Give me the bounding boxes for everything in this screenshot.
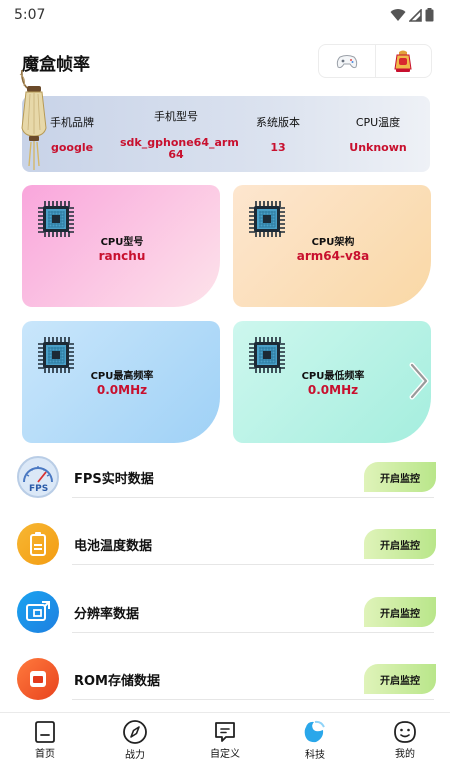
storage-icon <box>17 658 59 700</box>
device-model-label: 手机型号 <box>154 110 198 123</box>
nav-home-label: 首页 <box>35 749 55 760</box>
tech-icon <box>302 719 328 745</box>
next-page-arrow[interactable] <box>404 360 434 402</box>
cpu-max-freq-card: CPU最高频率 0.0MHz <box>22 321 220 443</box>
divider <box>72 699 434 700</box>
cpu-arch-value: arm64-v8a <box>296 249 370 263</box>
device-os-version-value: 13 <box>270 141 286 154</box>
nav-power[interactable]: 战力 <box>90 713 180 760</box>
resolution-start-monitor-button[interactable]: 开启监控 <box>364 597 436 627</box>
divider <box>72 564 434 565</box>
status-time: 5:07 <box>14 7 46 23</box>
cpu-min-freq-card: CPU最低频率 0.0MHz <box>233 321 431 443</box>
cpu-model-value: ranchu <box>98 249 146 263</box>
cpu-min-freq-label: CPU最低频率 <box>301 371 365 382</box>
cpu-model-text: CPU型号 ranchu <box>62 233 182 263</box>
bottom-nav: 首页 战力 自定义 科技 我的 <box>0 712 450 760</box>
message-icon <box>213 719 237 744</box>
battery-start-monitor-button[interactable]: 开启监控 <box>364 529 436 559</box>
battery-icon <box>17 523 59 565</box>
device-cpu-temp-label: CPU温度 <box>355 116 401 129</box>
device-os-version: 系统版本 13 <box>240 114 316 154</box>
cpu-min-freq-value: 0.0MHz <box>307 383 359 397</box>
device-cpu-temp-value: Unknown <box>349 141 407 154</box>
game-controller-button[interactable] <box>319 45 375 77</box>
game-controller-icon <box>336 55 357 69</box>
status-bar: 5:07 <box>0 0 450 30</box>
nav-tech-label: 科技 <box>305 750 325 760</box>
nav-custom[interactable]: 自定义 <box>180 713 270 760</box>
signal-icon <box>409 8 422 22</box>
cpu-max-freq-label: CPU最高频率 <box>90 371 154 382</box>
cpu-model-label: CPU型号 <box>100 237 144 248</box>
fps-start-monitor-button[interactable]: 开启监控 <box>364 462 436 492</box>
nav-profile[interactable]: 我的 <box>360 713 450 760</box>
gift-lantern-icon <box>394 50 412 72</box>
cpu-arch-text: CPU架构 arm64-v8a <box>273 233 393 263</box>
device-model: 手机型号 sdk_gphone64_arm 64 <box>120 108 239 161</box>
svg-text:FPS: FPS <box>29 484 48 494</box>
rom-start-monitor-button[interactable]: 开启监控 <box>364 664 436 694</box>
device-cpu-temp: CPU温度 Unknown <box>338 114 418 154</box>
top-actions <box>318 44 432 78</box>
compass-icon <box>122 719 148 745</box>
home-icon <box>33 719 57 744</box>
wifi-icon <box>390 9 406 21</box>
cpu-arch-label: CPU架构 <box>311 237 355 248</box>
chevron-right-icon <box>409 362 429 400</box>
monitor-fps-row: FPS FPS实时数据 开启监控 <box>0 447 450 507</box>
device-info-card: 手机品牌 google 手机型号 sdk_gphone64_arm 64 系统版… <box>22 96 430 172</box>
nav-profile-label: 我的 <box>395 749 415 760</box>
cpu-max-freq-value: 0.0MHz <box>96 383 148 397</box>
nav-power-label: 战力 <box>125 750 145 760</box>
status-icons <box>390 8 434 22</box>
profile-icon <box>393 719 417 744</box>
resolution-icon <box>17 591 59 633</box>
cpu-min-freq-text: CPU最低频率 0.0MHz <box>273 367 393 397</box>
monitor-battery-label: 电池温度数据 <box>74 539 153 554</box>
divider <box>72 632 434 633</box>
monitor-fps-label: FPS实时数据 <box>74 472 154 487</box>
monitor-battery-row: 电池温度数据 开启监控 <box>0 514 450 574</box>
divider <box>72 497 434 498</box>
cpu-arch-card: CPU架构 arm64-v8a <box>233 185 431 307</box>
monitor-rom-label: ROM存储数据 <box>74 674 160 689</box>
battery-status-icon <box>425 8 434 22</box>
monitor-resolution-row: 分辨率数据 开启监控 <box>0 582 450 642</box>
lantern-decoration-icon <box>19 70 47 170</box>
device-model-value: sdk_gphone64_arm 64 <box>120 136 239 161</box>
device-os-version-label: 系统版本 <box>256 116 300 129</box>
monitor-resolution-label: 分辨率数据 <box>74 607 140 622</box>
nav-custom-label: 自定义 <box>210 749 240 760</box>
fps-gauge-icon: FPS <box>17 456 59 498</box>
nav-home[interactable]: 首页 <box>0 713 90 760</box>
cpu-model-card: CPU型号 ranchu <box>22 185 220 307</box>
cpu-max-freq-text: CPU最高频率 0.0MHz <box>62 367 182 397</box>
gift-button[interactable] <box>374 45 432 77</box>
nav-tech[interactable]: 科技 <box>270 713 360 760</box>
monitor-rom-row: ROM存储数据 开启监控 <box>0 649 450 709</box>
